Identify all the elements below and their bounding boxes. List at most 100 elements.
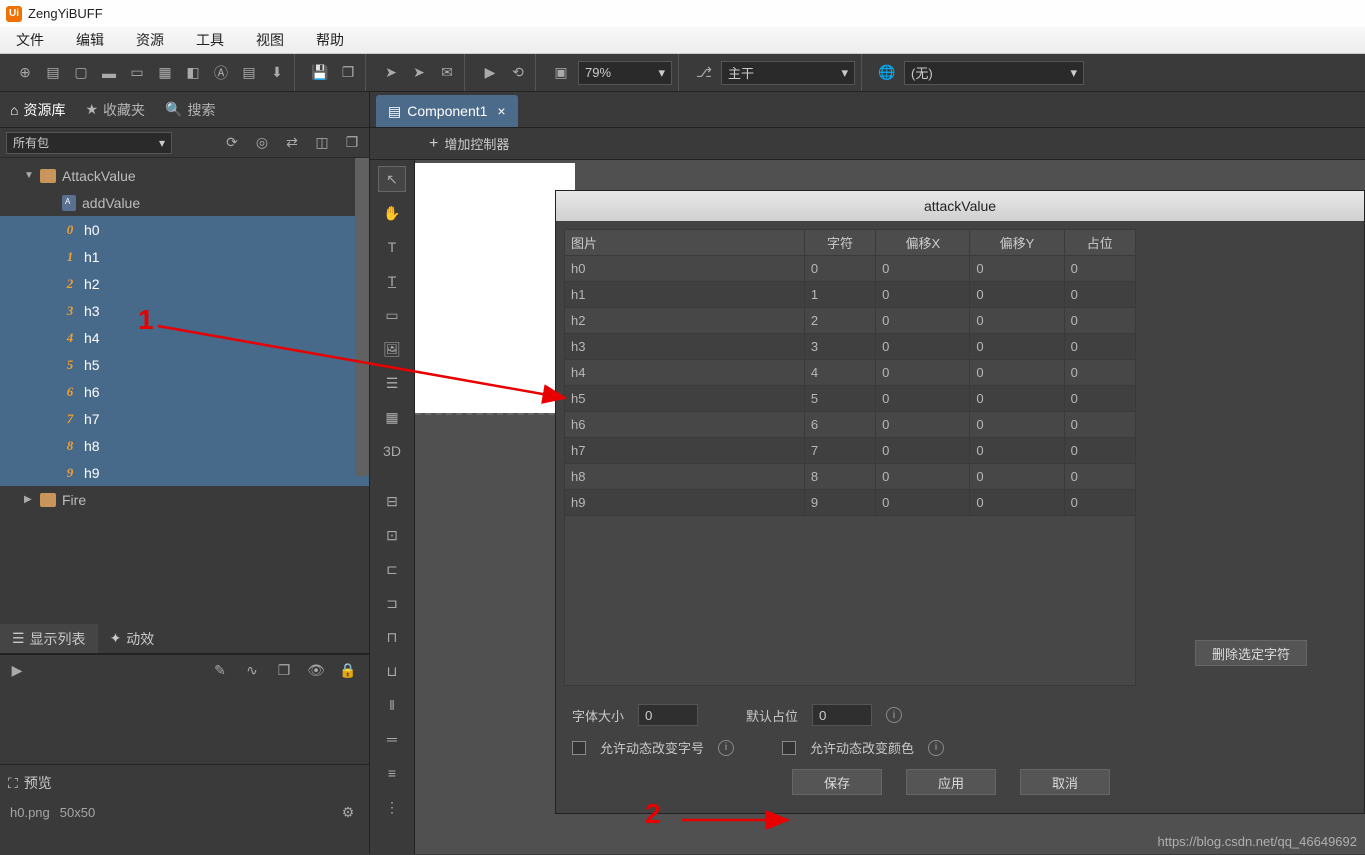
- tree-folder-fire[interactable]: ▶Fire: [0, 486, 369, 513]
- table-cell[interactable]: 0: [1064, 334, 1135, 360]
- tool-richtext-icon[interactable]: T̲: [378, 268, 406, 294]
- canvas[interactable]: attackValue 图片 字符 偏移X 偏移Y 占位: [415, 160, 1365, 854]
- tree-item-h9[interactable]: 9h9: [0, 459, 369, 486]
- menu-file[interactable]: 文件: [0, 30, 60, 50]
- table-cell[interactable]: 0: [970, 256, 1064, 282]
- bookmark-icon[interactable]: ▢: [70, 62, 92, 84]
- table-cell[interactable]: 0: [970, 464, 1064, 490]
- eye-icon[interactable]: 👁: [305, 659, 327, 681]
- align-e-icon[interactable]: ⊓: [378, 624, 406, 650]
- tool-image-icon[interactable]: 🖼: [378, 336, 406, 362]
- th-image[interactable]: 图片: [565, 230, 805, 256]
- table-cell[interactable]: h7: [565, 438, 805, 464]
- table-cell[interactable]: 0: [1064, 360, 1135, 386]
- table-cell[interactable]: 0: [1064, 438, 1135, 464]
- refresh-icon[interactable]: ⟲: [507, 62, 529, 84]
- align-f-icon[interactable]: ⊔: [378, 658, 406, 684]
- clapper-icon[interactable]: ▤: [238, 62, 260, 84]
- send2-icon[interactable]: ➤: [408, 62, 430, 84]
- refresh-tree-icon[interactable]: ⟳: [221, 132, 243, 154]
- doc-tab-component1[interactable]: ▤Component1×: [376, 95, 518, 127]
- save-all-icon[interactable]: ❐: [337, 62, 359, 84]
- th-offsetx[interactable]: 偏移X: [876, 230, 970, 256]
- eye-closed-icon[interactable]: ∿: [241, 659, 263, 681]
- table-row[interactable]: h66000: [565, 412, 1136, 438]
- tree-item-h3[interactable]: 3h3: [0, 297, 369, 324]
- allow-dynamic-color-checkbox[interactable]: [782, 741, 796, 755]
- th-char[interactable]: 字符: [804, 230, 875, 256]
- table-cell[interactable]: 3: [804, 334, 875, 360]
- table-cell[interactable]: 6: [804, 412, 875, 438]
- table-row[interactable]: h00000: [565, 256, 1136, 282]
- tool-grid-icon[interactable]: ▦: [378, 404, 406, 430]
- table-row[interactable]: h22000: [565, 308, 1136, 334]
- info-icon[interactable]: i: [718, 740, 734, 756]
- table-cell[interactable]: h2: [565, 308, 805, 334]
- table-cell[interactable]: 0: [1064, 308, 1135, 334]
- table-cell[interactable]: 0: [1064, 464, 1135, 490]
- table-cell[interactable]: h3: [565, 334, 805, 360]
- table-cell[interactable]: h1: [565, 282, 805, 308]
- delete-char-button[interactable]: 删除选定字符: [1195, 640, 1307, 666]
- chat-icon[interactable]: ✉: [436, 62, 458, 84]
- table-cell[interactable]: 0: [970, 412, 1064, 438]
- tab-favorites[interactable]: ★收藏夹: [75, 92, 155, 127]
- add-controller-label[interactable]: 增加控制器: [444, 134, 509, 153]
- table-cell[interactable]: 8: [804, 464, 875, 490]
- dup-icon[interactable]: ❐: [273, 659, 295, 681]
- align-b-icon[interactable]: ⊡: [378, 522, 406, 548]
- apply-button[interactable]: 应用: [906, 769, 996, 795]
- table-cell[interactable]: h0: [565, 256, 805, 282]
- globe-icon[interactable]: 🌐: [876, 62, 898, 84]
- table-cell[interactable]: h9: [565, 490, 805, 516]
- locate-icon[interactable]: ◎: [251, 132, 273, 154]
- swap-icon[interactable]: ⇄: [281, 132, 303, 154]
- table-cell[interactable]: 0: [876, 490, 970, 516]
- table-cell[interactable]: 0: [804, 256, 875, 282]
- tool-a-icon[interactable]: ▦: [154, 62, 176, 84]
- table-row[interactable]: h77000: [565, 438, 1136, 464]
- tree-item-h0[interactable]: 0h0: [0, 216, 369, 243]
- table-cell[interactable]: 0: [970, 334, 1064, 360]
- text-icon[interactable]: Ⓐ: [210, 62, 232, 84]
- tree-folder-attackvalue[interactable]: ▼AttackValue: [0, 162, 369, 189]
- gear-icon[interactable]: ⚙: [337, 801, 359, 823]
- tab-search[interactable]: 🔍搜索: [155, 92, 225, 127]
- table-row[interactable]: h88000: [565, 464, 1136, 490]
- download-icon[interactable]: ⬇: [266, 62, 288, 84]
- tree-scrollbar[interactable]: [355, 158, 369, 476]
- zoom-select[interactable]: 79%▾: [578, 61, 672, 85]
- tab-fx[interactable]: ✦动效: [98, 624, 167, 653]
- table-cell[interactable]: 4: [804, 360, 875, 386]
- table-cell[interactable]: 0: [1064, 490, 1135, 516]
- table-cell[interactable]: 1: [804, 282, 875, 308]
- table-cell[interactable]: 0: [876, 334, 970, 360]
- tool-hand-icon[interactable]: ✋: [378, 200, 406, 226]
- tool-list-icon[interactable]: ☰: [378, 370, 406, 396]
- table-cell[interactable]: 0: [1064, 386, 1135, 412]
- edit-icon[interactable]: ✎: [209, 659, 231, 681]
- align-c-icon[interactable]: ⊏: [378, 556, 406, 582]
- tool-text-icon[interactable]: T: [378, 234, 406, 260]
- table-cell[interactable]: 0: [1064, 412, 1135, 438]
- table-cell[interactable]: 0: [970, 386, 1064, 412]
- table-cell[interactable]: 5: [804, 386, 875, 412]
- menu-edit[interactable]: 编辑: [60, 30, 120, 50]
- tree-item-h4[interactable]: 4h4: [0, 324, 369, 351]
- table-row[interactable]: h55000: [565, 386, 1136, 412]
- default-slot-input[interactable]: [812, 704, 872, 726]
- tool-b-icon[interactable]: ◧: [182, 62, 204, 84]
- menu-resource[interactable]: 资源: [120, 30, 180, 50]
- table-cell[interactable]: 0: [876, 282, 970, 308]
- table-cell[interactable]: 0: [876, 308, 970, 334]
- progress-icon[interactable]: ▬: [98, 62, 120, 84]
- table-row[interactable]: h33000: [565, 334, 1136, 360]
- tree-item-addvalue[interactable]: addValue: [0, 189, 369, 216]
- tab-display-list[interactable]: ☰显示列表: [0, 624, 98, 653]
- table-cell[interactable]: h4: [565, 360, 805, 386]
- menu-view[interactable]: 视图: [240, 30, 300, 50]
- tree-item-h2[interactable]: 2h2: [0, 270, 369, 297]
- tree-item-h5[interactable]: 5h5: [0, 351, 369, 378]
- dist-c-icon[interactable]: ≡: [378, 760, 406, 786]
- table-cell[interactable]: 0: [970, 282, 1064, 308]
